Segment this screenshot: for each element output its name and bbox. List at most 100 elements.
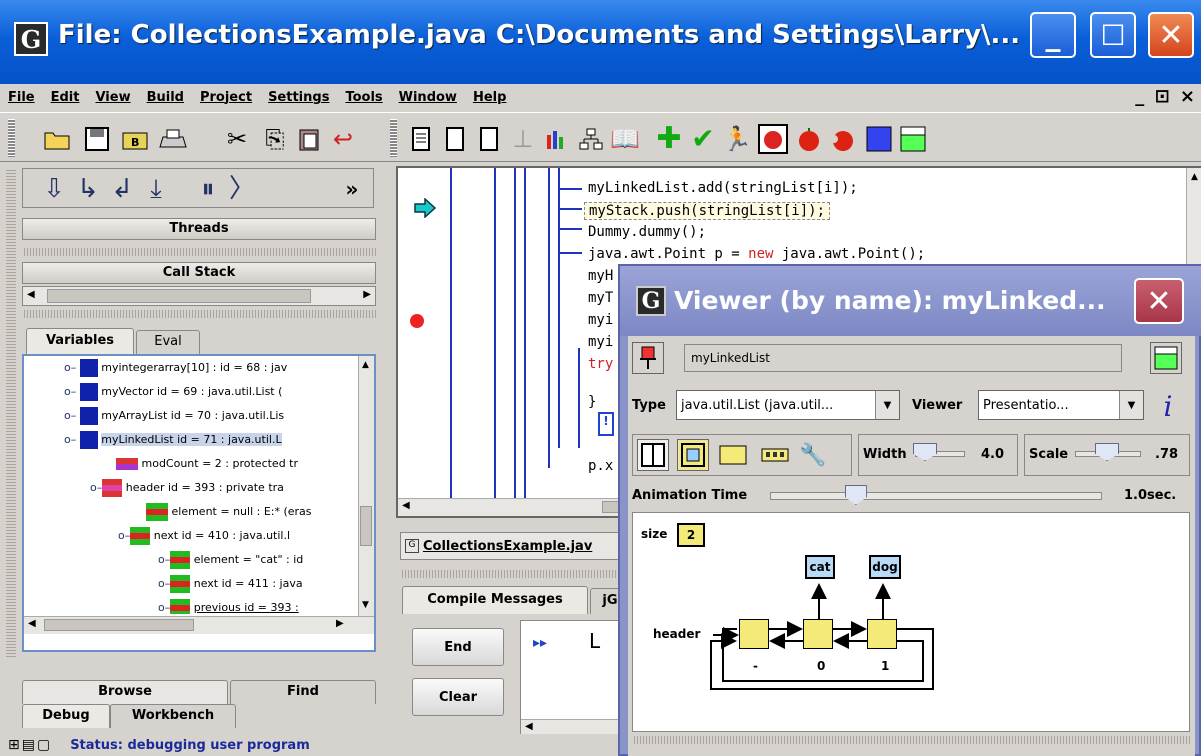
toolbar-grip[interactable]	[8, 119, 15, 157]
viewer-select[interactable]: Presentatio... ▼	[978, 390, 1144, 420]
save-icon[interactable]	[80, 121, 114, 157]
tab-debug[interactable]: Debug	[22, 704, 110, 728]
tree-row[interactable]: o– header id = 393 : private tra	[90, 476, 284, 500]
list-node[interactable]	[803, 619, 833, 649]
document-icon[interactable]	[404, 121, 438, 157]
paste-icon[interactable]	[292, 121, 326, 157]
tree-row[interactable]: o– myVector id = 69 : java.util.List (	[64, 380, 282, 404]
wrench-icon[interactable]: 🔧	[797, 439, 829, 471]
call-stack-header[interactable]: Call Stack	[22, 262, 376, 284]
menu-file[interactable]: File	[8, 90, 35, 105]
check-icon[interactable]: ✔	[686, 121, 720, 157]
tree-vscrollbar[interactable]: ▲ ▼	[358, 356, 374, 616]
tree-row[interactable]: o– previous id = 393 :	[158, 596, 299, 614]
resume-icon[interactable]: 〉	[225, 171, 259, 207]
splitter-3[interactable]	[400, 570, 630, 578]
menu-tools[interactable]: Tools	[345, 90, 382, 105]
left-grip[interactable]	[6, 168, 16, 658]
apple-bite-icon[interactable]	[826, 121, 860, 157]
book-icon[interactable]: 📖	[608, 121, 642, 157]
tree-row[interactable]: modCount = 2 : protected tr	[116, 452, 298, 476]
scale-slider-thumb[interactable]	[1095, 443, 1119, 461]
tab-variables[interactable]: Variables	[26, 328, 134, 354]
viewer-splitter[interactable]	[632, 736, 1190, 744]
animation-slider-thumb[interactable]	[844, 485, 867, 505]
print-icon[interactable]	[156, 121, 190, 157]
type-select[interactable]: java.util.List (java.util... ▼	[676, 390, 900, 420]
menu-view[interactable]: View	[95, 90, 130, 105]
breakpoint-icon[interactable]	[410, 314, 424, 328]
run-icon[interactable]: 🏃	[720, 121, 754, 157]
blank-document-icon[interactable]	[472, 121, 506, 157]
tree-row-selected[interactable]: o– myLinkedList id = 71 : java.util.L	[64, 428, 282, 452]
menu-build[interactable]: Build	[147, 90, 184, 105]
tab-browse[interactable]: Browse	[22, 680, 228, 704]
step-over-icon[interactable]: ⇩	[37, 171, 71, 207]
maximize-button[interactable]: ☐	[1090, 12, 1136, 58]
cut-icon[interactable]: ✂	[220, 121, 254, 157]
threads-header[interactable]: Threads	[22, 218, 376, 240]
tree-row[interactable]: o– next id = 411 : java	[158, 572, 303, 596]
compile-plus-icon[interactable]: ✚	[652, 121, 686, 157]
save-all-icon[interactable]: B	[118, 121, 152, 157]
minimize-button[interactable]: _	[1030, 12, 1076, 58]
close-button[interactable]: ✕	[1148, 12, 1194, 58]
run-to-cursor-icon[interactable]: ⤓	[139, 171, 173, 207]
splitter-2[interactable]	[22, 310, 376, 318]
tree-row[interactable]: o– myintegerarray[10] : id = 68 : jav	[64, 356, 287, 380]
list-element-box[interactable]: cat	[805, 555, 835, 579]
splitter[interactable]	[22, 248, 376, 256]
tab-find[interactable]: Find	[230, 680, 376, 704]
tab-workbench[interactable]: Workbench	[110, 704, 236, 728]
call-stack-scrollbar[interactable]: ◀ ▶	[22, 286, 376, 306]
console-output[interactable]: ▸▸ L ◀	[520, 620, 630, 746]
step-out-icon[interactable]: ↲	[105, 171, 139, 207]
compact-view-icon[interactable]	[759, 439, 791, 471]
file-tab[interactable]: G CollectionsExample.jav	[400, 532, 630, 560]
menu-window[interactable]: Window	[399, 90, 457, 105]
step-in-icon[interactable]: ↳	[71, 171, 105, 207]
tab-eval[interactable]: Eval	[136, 330, 200, 354]
tree-row[interactable]: element = null : E:* (eras	[146, 500, 312, 524]
apple-icon[interactable]	[792, 121, 826, 157]
more-arrows[interactable]: »	[335, 171, 369, 207]
list-node[interactable]	[867, 619, 897, 649]
tab-compile-messages[interactable]: Compile Messages	[402, 586, 588, 614]
undo-icon[interactable]: ↩	[326, 121, 360, 157]
mdi-controls[interactable]: _ ⊡ ×	[1135, 86, 1197, 107]
open-folder-icon[interactable]	[40, 121, 74, 157]
blue-square-icon[interactable]	[862, 121, 896, 157]
frame-view-icon[interactable]	[677, 439, 709, 471]
menu-edit[interactable]: Edit	[51, 90, 80, 105]
list-element-box[interactable]: dog	[869, 555, 901, 579]
split-view-icon[interactable]	[637, 439, 669, 471]
menu-project[interactable]: Project	[200, 90, 252, 105]
pin-viewer-icon[interactable]	[632, 342, 664, 374]
green-window-icon[interactable]	[896, 121, 930, 157]
tree-hscrollbar[interactable]: ◀ ▶	[24, 616, 374, 634]
yellow-box-icon[interactable]	[717, 439, 749, 471]
pause-icon[interactable]: ⏸	[191, 171, 225, 207]
tree-row[interactable]: o– element = "cat" : id	[158, 548, 303, 572]
info-icon[interactable]: i	[1152, 390, 1184, 423]
end-button[interactable]: End	[412, 628, 504, 666]
copy-icon[interactable]: ⎘	[258, 121, 292, 157]
pin-icon[interactable]: ⊥	[506, 121, 540, 157]
animation-time-slider[interactable]	[770, 485, 1102, 505]
list-node[interactable]	[739, 619, 769, 649]
menu-settings[interactable]: Settings	[268, 90, 329, 105]
viewer-window-icon[interactable]	[1150, 342, 1182, 374]
hierarchy-icon[interactable]	[574, 121, 608, 157]
debug-icon[interactable]	[756, 121, 790, 157]
tree-row[interactable]: o– next id = 410 : java.util.l	[118, 524, 290, 548]
menu-help[interactable]: Help	[473, 90, 506, 105]
toolbar-grip-2[interactable]	[390, 119, 397, 157]
new-document-icon[interactable]	[438, 121, 472, 157]
clear-button[interactable]: Clear	[412, 678, 504, 716]
bar-chart-icon[interactable]	[540, 121, 574, 157]
viewer-close-button[interactable]: ✕	[1134, 278, 1184, 324]
title-bar[interactable]: G File: CollectionsExample.java C:\Docum…	[0, 0, 1201, 84]
width-slider-thumb[interactable]	[913, 443, 937, 461]
layout-icons[interactable]: ⊞▤▢	[8, 737, 52, 753]
tree-row[interactable]: o– myArrayList id = 70 : java.util.Lis	[64, 404, 284, 428]
